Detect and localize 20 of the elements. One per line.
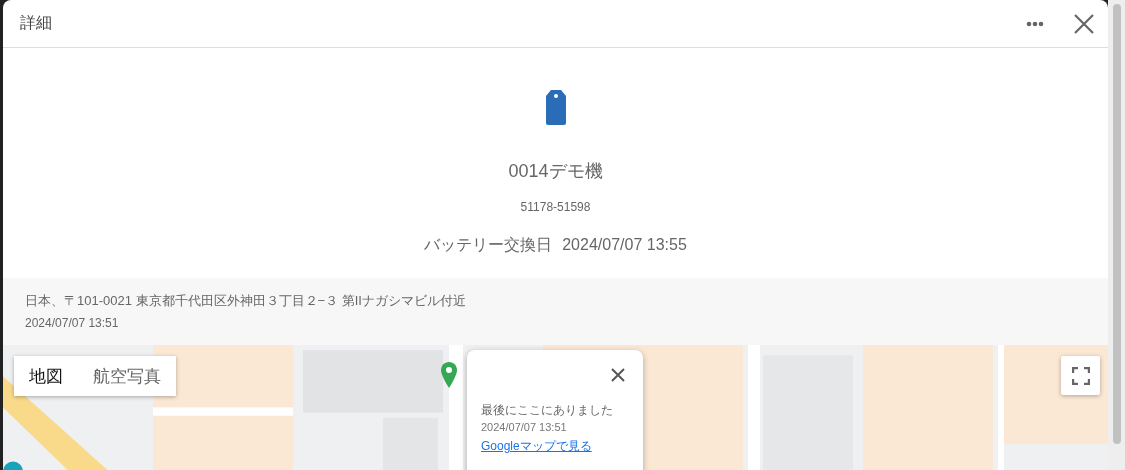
device-id: 51178-51598 [520, 199, 591, 215]
battery-label: バッテリー交換日 [424, 235, 553, 255]
dialog-title: 詳細 [20, 13, 52, 33]
info-time: 2024/07/07 13:51 [481, 420, 568, 435]
tag-icon [545, 90, 566, 125]
device-name: 0014デモ機 [508, 160, 603, 183]
google-maps-link[interactable]: Googleマップで見る [481, 439, 592, 453]
map-type-button[interactable]: 航空写真 [78, 356, 176, 396]
battery-date: 2024/07/07 13:55 [562, 235, 687, 255]
more-icon[interactable] [1026, 20, 1044, 27]
location-time: 2024/07/07 13:51 [25, 315, 120, 331]
address-text: 日本、〒101-0021 東京都千代田区外神田３丁目２−３ 第IIナガシマビル付近 [25, 292, 467, 310]
close-icon[interactable] [1074, 13, 1094, 34]
map-pin-icon [441, 362, 457, 388]
scrollbar[interactable] [1108, 0, 1125, 470]
info-message: 最後にここにありました [481, 403, 614, 418]
close-icon[interactable] [611, 368, 625, 382]
fullscreen-button[interactable] [1061, 356, 1100, 395]
fullscreen-icon [1071, 366, 1090, 385]
map-type-button[interactable]: 地図 [14, 356, 78, 396]
